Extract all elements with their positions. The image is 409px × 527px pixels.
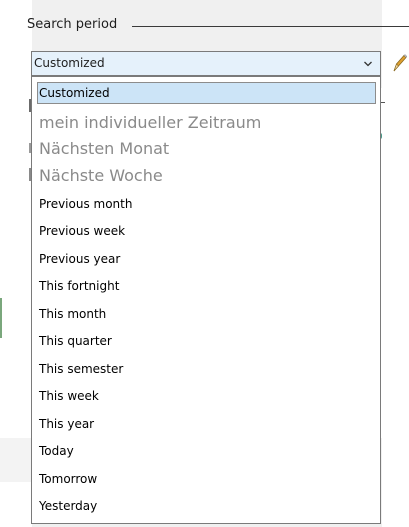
dropdown-option[interactable]: This month — [37, 303, 376, 325]
dropdown-option-label: This semester — [39, 362, 124, 376]
dropdown-option[interactable]: Previous week — [37, 220, 376, 242]
dropdown-option[interactable]: Customized — [37, 82, 376, 104]
dropdown-option-label: Nächste Woche — [39, 166, 163, 185]
dropdown-option[interactable]: Previous year — [37, 248, 376, 270]
dropdown-option-label: Previous year — [39, 252, 121, 266]
dropdown-option[interactable]: This week — [37, 385, 376, 407]
dropdown-option[interactable]: This year — [37, 413, 376, 435]
search-period-group: Search period — [27, 16, 409, 36]
dropdown-option-label: This fortnight — [39, 279, 120, 293]
dropdown-option[interactable]: Nächste Woche — [37, 165, 376, 187]
dropdown-option[interactable]: This semester — [37, 358, 376, 380]
search-period-dropdown-list[interactable]: Customized mein individueller Zeitraum Näc… — [31, 76, 381, 524]
dropdown-option-label: Yesterday — [39, 499, 98, 513]
group-divider — [132, 26, 409, 27]
dropdown-option-label: Tomorrow — [39, 472, 98, 486]
pencil-icon[interactable] — [390, 52, 408, 74]
dropdown-option[interactable]: Yesterday — [37, 495, 376, 517]
dropdown-option[interactable]: mein individueller Zeitraum — [37, 112, 376, 134]
dropdown-options: Customized mein individueller Zeitraum Näc… — [32, 77, 380, 523]
chevron-down-icon[interactable] — [363, 59, 373, 69]
bottom-panel-background — [0, 438, 32, 482]
dropdown-option-label: Today — [39, 444, 74, 458]
search-period-combobox[interactable]: Customized — [31, 51, 381, 76]
dropdown-option-label: mein individueller Zeitraum — [39, 113, 262, 132]
dropdown-option-label: This quarter — [39, 334, 112, 348]
dropdown-option[interactable]: This fortnight — [37, 275, 376, 297]
dropdown-option[interactable]: Today — [37, 440, 376, 462]
right-panel-background — [382, 0, 409, 527]
dropdown-option[interactable]: This quarter — [37, 330, 376, 352]
dropdown-option-label: This week — [39, 389, 99, 403]
dropdown-option-label: Customized — [39, 86, 110, 100]
dropdown-option-label: Nächsten Monat — [39, 139, 170, 158]
left-accent-bar — [0, 298, 2, 338]
dropdown-option-label: Previous month — [39, 197, 133, 211]
search-period-title: Search period — [27, 17, 118, 32]
dropdown-option-label: Previous week — [39, 224, 126, 238]
combobox-value: Customized — [34, 56, 105, 70]
dropdown-option-label: This month — [39, 307, 107, 321]
dropdown-option[interactable]: Previous month — [37, 193, 376, 215]
dropdown-option[interactable]: Nächsten Monat — [37, 138, 376, 160]
dropdown-option[interactable]: Tomorrow — [37, 468, 376, 490]
dropdown-option-label: This year — [39, 417, 95, 431]
